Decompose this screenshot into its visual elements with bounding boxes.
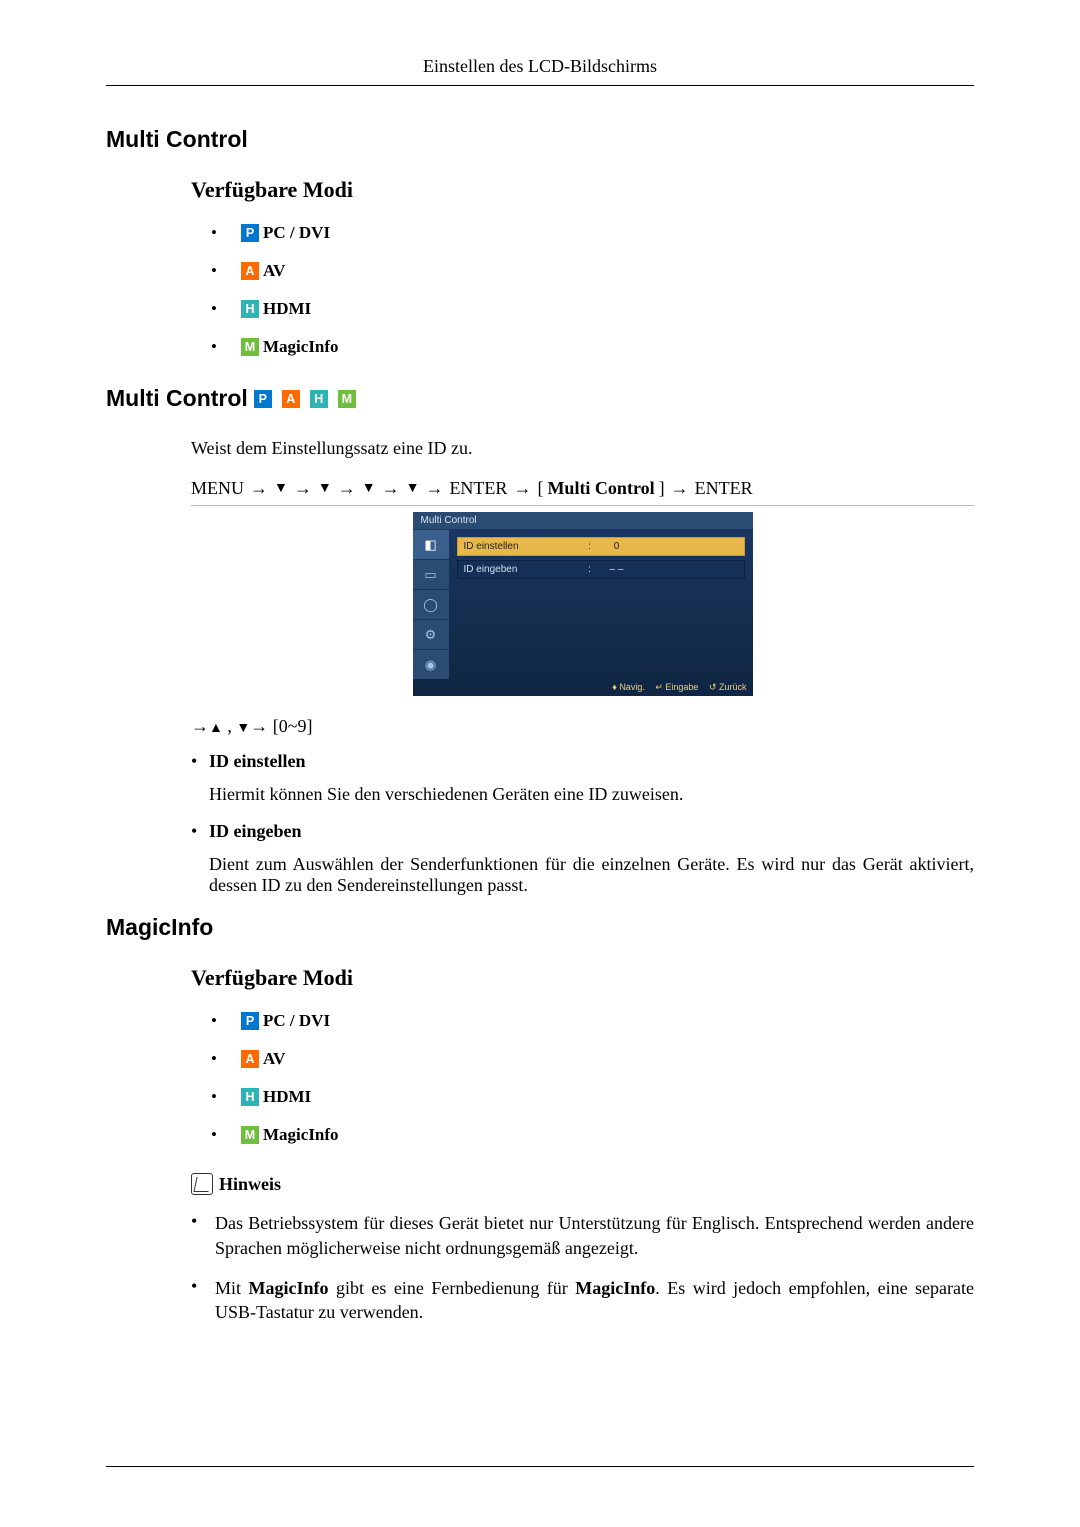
page-header: Einstellen des LCD-Bildschirms xyxy=(106,56,974,86)
m-icon: M xyxy=(241,1126,259,1144)
nav-multi-control: Multi Control xyxy=(547,478,654,499)
item-id-eingeben: •ID eingeben Dient zum Auswählen der Sen… xyxy=(191,821,974,896)
osd-footer-back: Zurück xyxy=(719,682,747,692)
section2-body: Weist dem Einstellungssatz eine ID zu. M… xyxy=(191,436,974,896)
nav-lbracket: [ xyxy=(537,478,543,499)
osd-row2-value: – – xyxy=(597,564,637,575)
intro-text: Weist dem Einstellungssatz eine ID zu. xyxy=(191,436,974,460)
notes-list: • Das Betriebssystem für dieses Gerät bi… xyxy=(191,1211,974,1324)
modes-list-2: •PPC / DVI •AAV •HHDMI •MMagicInfo xyxy=(211,1011,974,1145)
osd-row-id-set: ID einstellen : 0 xyxy=(457,537,745,556)
h-icon: H xyxy=(310,390,328,408)
p-icon: P xyxy=(241,224,259,242)
mode-hdmi: •HHDMI xyxy=(211,299,974,319)
mode-magicinfo-2-label: MagicInfo xyxy=(263,1125,339,1145)
item-id-einstellen-title: ID einstellen xyxy=(209,751,306,771)
osd-footer: ♦ Navig. ↵ Eingabe ↺ Zurück xyxy=(413,679,753,696)
mode-magicinfo-2: •MMagicInfo xyxy=(211,1125,974,1145)
heading-available-modes-2: Verfügbare Modi xyxy=(191,965,974,991)
modes-list-1: •PPC / DVI •AAV •HHDMI •MMagicInfo xyxy=(211,223,974,357)
heading-available-modes-1: Verfügbare Modi xyxy=(191,177,974,203)
nav-enter-2: ENTER xyxy=(695,478,753,499)
a-icon: A xyxy=(241,1050,259,1068)
mode-hdmi-2: •HHDMI xyxy=(211,1087,974,1107)
nav-rbracket: ] xyxy=(659,478,665,499)
heading-multi-control-1: Multi Control xyxy=(106,126,974,153)
item-id-eingeben-desc: Dient zum Auswählen der Senderfunktionen… xyxy=(209,854,974,896)
osd-row2-label: ID eingeben xyxy=(458,561,583,578)
range-value: [0~9] xyxy=(273,716,313,736)
osd-footer-enter: Eingabe xyxy=(665,682,698,692)
osd-main: ID einstellen : 0 ID eingeben : – – xyxy=(449,529,753,679)
h-icon: H xyxy=(241,1088,259,1106)
note-header: Hinweis xyxy=(191,1173,974,1195)
range-line: →▲ , ▼→ [0~9] xyxy=(191,716,974,737)
heading-multi-control-2-text: Multi Control xyxy=(106,385,248,412)
page: Einstellen des LCD-Bildschirms Multi Con… xyxy=(0,0,1080,1527)
menu-navigation-path: MENU →▼ →▼ →▼ →▼ → ENTER → [Multi Contro… xyxy=(191,478,974,506)
osd-panel: Multi Control ◧ ▭ ◯ ⚙ ◉ ID einstellen : … xyxy=(413,512,753,696)
heading-multi-control-2: Multi Control P A H M xyxy=(106,385,974,412)
mode-av-2: •AAV xyxy=(211,1049,974,1069)
osd-footer-nav: Navig. xyxy=(619,682,645,692)
mode-hdmi-2-label: HDMI xyxy=(263,1087,311,1107)
osd-side-icon-4: ⚙ xyxy=(413,619,449,649)
osd-row1-value: 0 xyxy=(597,541,637,552)
item-id-einstellen: •ID einstellen Hiermit können Sie den ve… xyxy=(191,751,974,805)
section1-body: Verfügbare Modi •PPC / DVI •AAV •HHDMI •… xyxy=(191,177,974,357)
note-icon xyxy=(191,1173,213,1195)
mode-pc-dvi-2-label: PC / DVI xyxy=(263,1011,330,1031)
h-icon: H xyxy=(241,300,259,318)
item-id-eingeben-title: ID eingeben xyxy=(209,821,302,841)
mode-av-label: AV xyxy=(263,261,285,281)
item-id-einstellen-desc: Hiermit können Sie den verschiedenen Ger… xyxy=(209,784,974,805)
nav-enter-1: ENTER xyxy=(449,478,507,499)
heading-magicinfo: MagicInfo xyxy=(106,914,974,941)
p-icon: P xyxy=(241,1012,259,1030)
m-icon: M xyxy=(241,338,259,356)
mode-av-2-label: AV xyxy=(263,1049,285,1069)
p-icon: P xyxy=(254,390,272,408)
osd-title: Multi Control xyxy=(413,512,753,529)
osd-screenshot: Multi Control ◧ ▭ ◯ ⚙ ◉ ID einstellen : … xyxy=(191,512,974,696)
subitems-list: •ID einstellen Hiermit können Sie den ve… xyxy=(191,751,974,896)
note-1: • Das Betriebssystem für dieses Gerät bi… xyxy=(191,1211,974,1260)
nav-menu: MENU xyxy=(191,478,244,499)
mode-pc-dvi: •PPC / DVI xyxy=(211,223,974,243)
section3-body: Verfügbare Modi •PPC / DVI •AAV •HHDMI •… xyxy=(191,965,974,1324)
osd-side-icon-2: ▭ xyxy=(413,559,449,589)
mode-magicinfo: •MMagicInfo xyxy=(211,337,974,357)
osd-side-icon-5: ◉ xyxy=(413,649,449,679)
osd-row-id-input: ID eingeben : – – xyxy=(457,560,745,579)
a-icon: A xyxy=(241,262,259,280)
mode-hdmi-label: HDMI xyxy=(263,299,311,319)
note-label: Hinweis xyxy=(219,1174,281,1195)
osd-side-icon-3: ◯ xyxy=(413,589,449,619)
osd-row1-label: ID einstellen xyxy=(458,538,583,555)
m-icon: M xyxy=(338,390,356,408)
note-2-text: Mit MagicInfo gibt es eine Fernbedienung… xyxy=(215,1276,974,1325)
osd-sidebar: ◧ ▭ ◯ ⚙ ◉ xyxy=(413,529,449,679)
a-icon: A xyxy=(282,390,300,408)
mode-pc-dvi-label: PC / DVI xyxy=(263,223,330,243)
note-1-text: Das Betriebssystem für dieses Gerät biet… xyxy=(215,1211,974,1260)
mode-magicinfo-label: MagicInfo xyxy=(263,337,339,357)
mode-av: •AAV xyxy=(211,261,974,281)
osd-side-icon-1: ◧ xyxy=(413,529,449,559)
note-2: • Mit MagicInfo gibt es eine Fernbedienu… xyxy=(191,1276,974,1325)
mode-pc-dvi-2: •PPC / DVI xyxy=(211,1011,974,1031)
